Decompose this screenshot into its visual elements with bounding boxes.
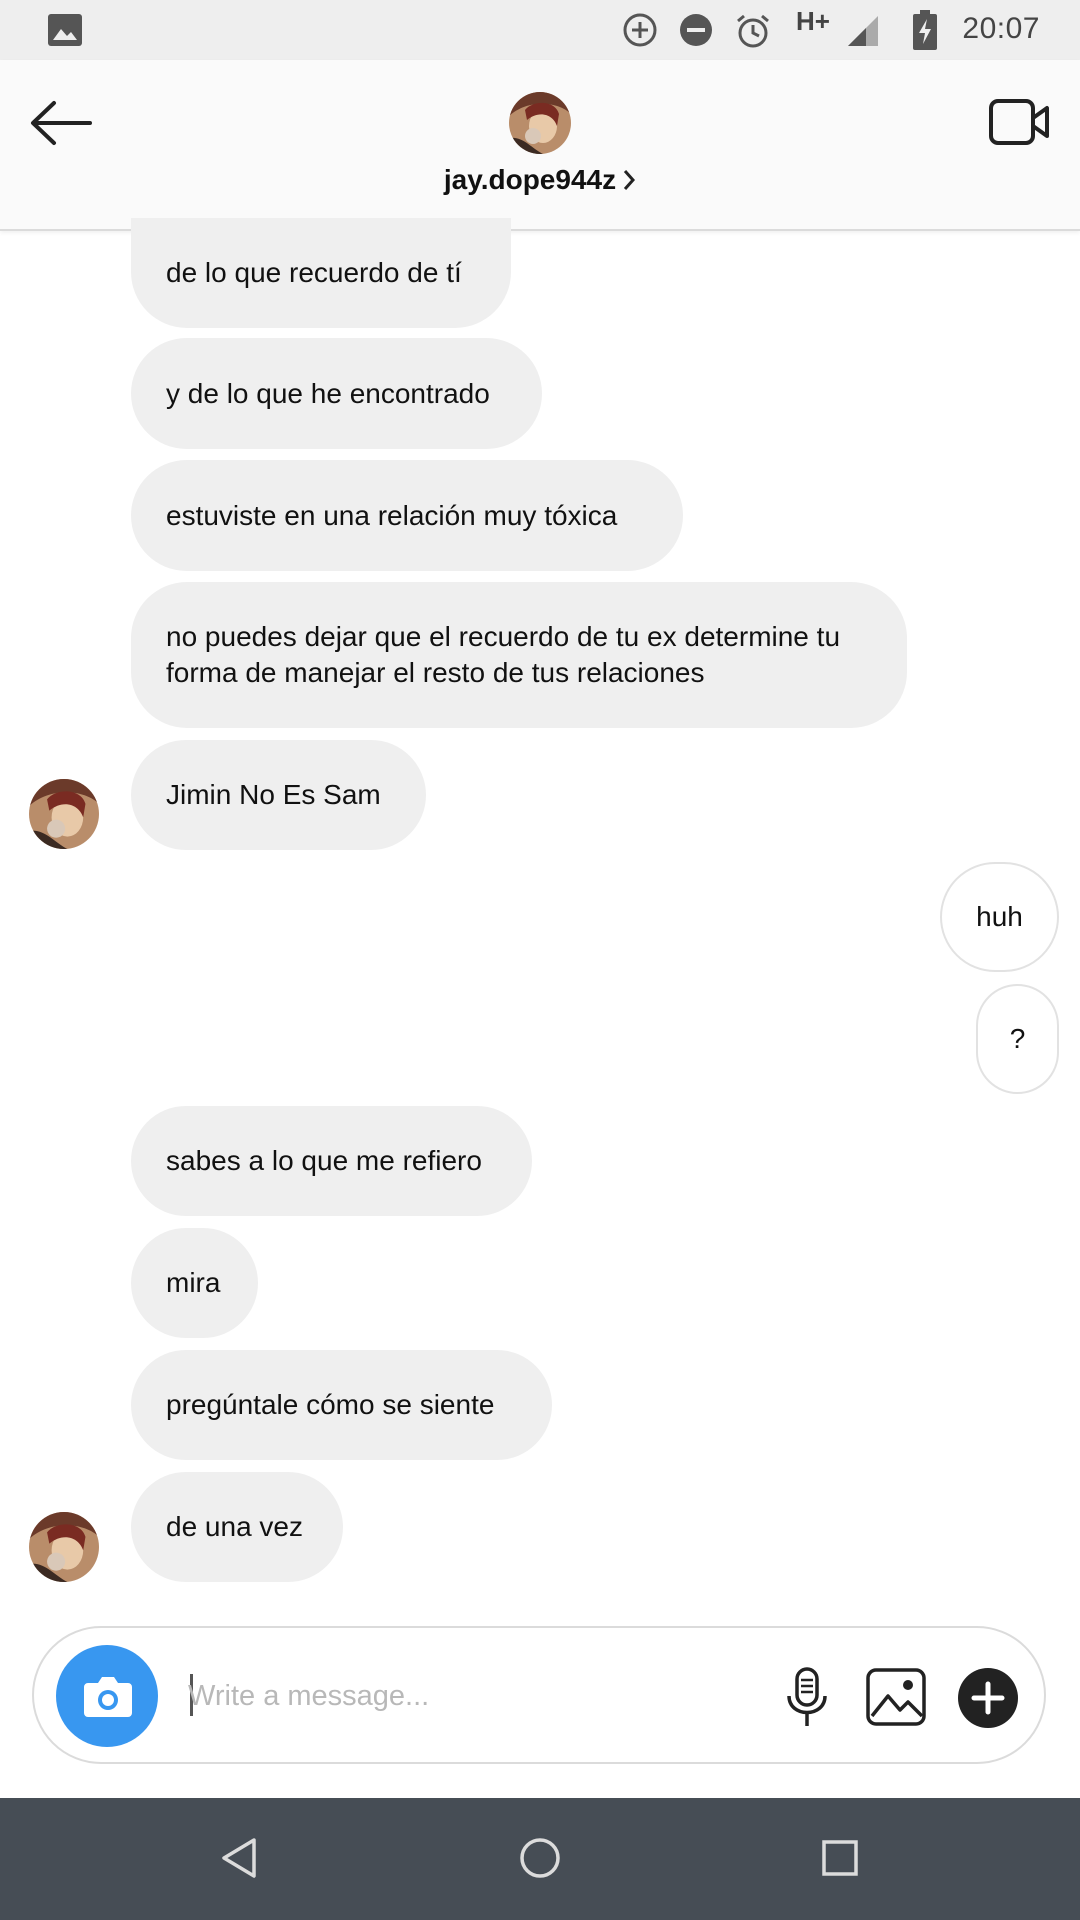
chevron-right-icon [623, 170, 636, 190]
avatar[interactable] [509, 92, 571, 154]
message-text: estuviste en una relación muy tóxica [166, 499, 618, 531]
message-bubble[interactable]: pregúntale cómo se siente [131, 1350, 552, 1460]
message-bubble[interactable]: no puedes dejar que el recuerdo de tu ex… [131, 582, 907, 728]
message-text: mira [166, 1267, 221, 1298]
message-text: de lo que recuerdo de tí [166, 257, 462, 288]
gallery-icon[interactable] [866, 1668, 926, 1726]
do-not-disturb-icon [680, 14, 712, 46]
signal-icon [848, 16, 878, 46]
message-bubble[interactable]: Jimin No Es Sam [131, 740, 426, 850]
message-bubble[interactable]: de lo que recuerdo de tí [131, 218, 511, 328]
video-call-icon[interactable] [988, 96, 1050, 148]
message-input[interactable] [188, 1664, 788, 1728]
recents-square-icon[interactable] [816, 1834, 864, 1882]
message-text: y de lo que he encontrado [166, 377, 490, 409]
alarm-icon [737, 14, 769, 48]
message-bubble[interactable]: sabes a lo que me refiero [131, 1106, 532, 1216]
message-bubble[interactable]: mira [131, 1228, 258, 1338]
avatar[interactable] [29, 779, 99, 849]
message-bubble-sent[interactable]: ? [976, 984, 1059, 1094]
home-circle-icon[interactable] [516, 1834, 564, 1882]
username: jay.dope944z [443, 164, 617, 195]
camera-button[interactable] [56, 1645, 158, 1747]
message-text: sabes a lo que me refiero [166, 1145, 482, 1176]
avatar[interactable] [29, 1512, 99, 1582]
clock: 20:07 [962, 12, 1040, 45]
system-nav-bar [0, 1798, 1080, 1920]
message-text: no puedes dejar que el recuerdo de tu ex… [166, 621, 841, 688]
gallery-icon [48, 14, 82, 46]
message-text: ? [1009, 1023, 1026, 1054]
plus-icon[interactable] [958, 1668, 1018, 1728]
back-triangle-icon[interactable] [216, 1834, 264, 1882]
message-bubble[interactable]: estuviste en una relación muy tóxica [131, 460, 683, 571]
thread-header: jay.dope944z [0, 60, 1080, 231]
message-bubble-sent[interactable]: huh [940, 862, 1059, 972]
message-bubble[interactable]: y de lo que he encontrado [131, 338, 542, 449]
camera-icon [84, 1677, 132, 1717]
message-text: pregúntale cómo se siente [166, 1389, 495, 1420]
message-text: de una vez [166, 1511, 303, 1542]
status-bar: H+ 20:07 [0, 0, 1080, 60]
message-text: Jimin No Es Sam [166, 779, 381, 810]
username-link[interactable]: jay.dope944z [0, 164, 1080, 196]
message-composer [32, 1626, 1046, 1764]
back-arrow-icon[interactable] [28, 100, 94, 146]
microphone-icon[interactable] [782, 1666, 832, 1730]
network-type: H+ [796, 6, 830, 36]
data-saver-icon [623, 13, 657, 47]
battery-charging-icon [913, 10, 937, 50]
message-bubble[interactable]: de una vez [131, 1472, 343, 1582]
message-text: huh [976, 901, 1023, 932]
